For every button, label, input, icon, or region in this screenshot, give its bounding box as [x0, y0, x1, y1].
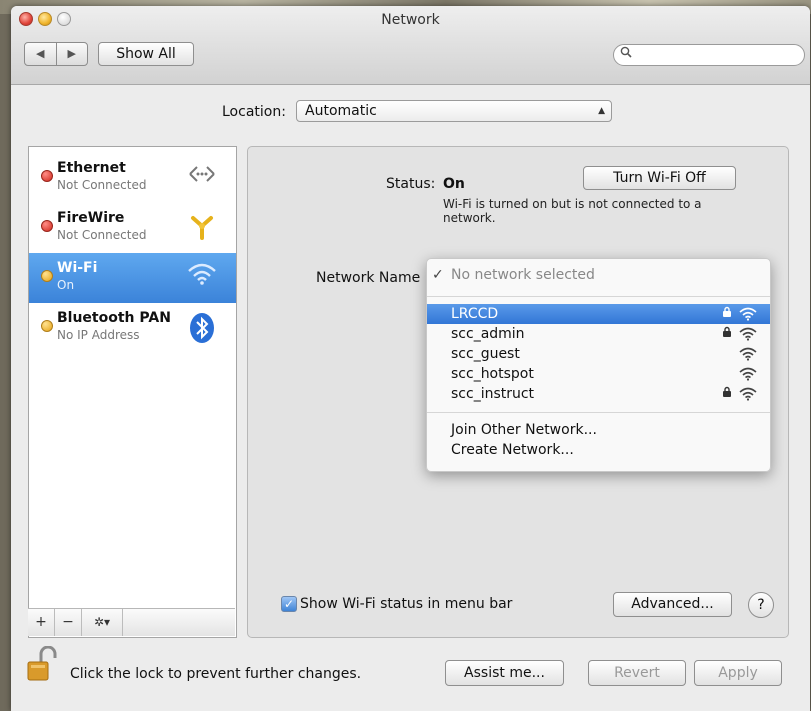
network-item-scc-admin[interactable]: scc_admin: [427, 324, 770, 344]
show-all-button[interactable]: Show All: [98, 42, 194, 66]
join-other-network-item[interactable]: Join Other Network...: [427, 420, 770, 440]
lock-icon[interactable]: [27, 645, 59, 682]
show-wifi-status-label[interactable]: Show Wi-Fi status in menu bar: [300, 596, 512, 612]
back-icon[interactable]: ◀: [25, 43, 57, 65]
action-menu-button[interactable]: ✲▾: [82, 609, 123, 636]
location-value: Automatic: [305, 103, 377, 119]
show-wifi-status-checkbox[interactable]: ✓: [281, 596, 297, 612]
status-description: Wi-Fi is turned on but is not connected …: [443, 197, 702, 225]
lock-icon: [722, 324, 732, 344]
network-name: LRCCD: [451, 306, 499, 322]
help-button[interactable]: ?: [748, 592, 774, 618]
network-item-lrccd[interactable]: LRCCD: [427, 304, 770, 324]
status-label: Status:: [386, 176, 436, 192]
wifi-signal-icon: [739, 387, 757, 401]
popup-arrows-icon: ▲: [598, 106, 605, 116]
network-item-scc-hotspot[interactable]: scc_hotspot: [427, 364, 770, 384]
network-name: scc_instruct: [451, 386, 535, 402]
forward-icon[interactable]: ▶: [57, 43, 88, 65]
assist-me-button[interactable]: Assist me...: [445, 660, 564, 686]
remove-service-button[interactable]: −: [55, 609, 82, 636]
network-name-label: Network Name: [316, 270, 421, 286]
service-name: FireWire: [57, 210, 125, 226]
wifi-signal-icon: [739, 367, 757, 381]
create-network-item[interactable]: Create Network...: [427, 440, 770, 460]
service-status: No IP Address: [57, 328, 140, 342]
window-title: Network: [381, 12, 440, 28]
add-service-button[interactable]: +: [28, 609, 55, 636]
checkmark-icon: ✓: [432, 267, 444, 283]
service-ethernet[interactable]: Ethernet Not Connected: [29, 153, 236, 203]
location-popup[interactable]: Automatic ▲: [296, 100, 612, 122]
ethernet-arrows-icon: [186, 162, 218, 194]
lock-icon: [722, 384, 732, 404]
bluetooth-icon: [186, 312, 218, 344]
network-item-scc-instruct[interactable]: scc_instruct: [427, 384, 770, 404]
service-list-toolbar: + − ✲▾: [28, 608, 235, 636]
network-name: scc_hotspot: [451, 366, 534, 382]
turn-wifi-off-button[interactable]: Turn Wi-Fi Off: [583, 166, 736, 190]
lock-icon: [722, 304, 732, 324]
service-status: Not Connected: [57, 178, 147, 192]
service-bluetooth-pan[interactable]: Bluetooth PAN No IP Address: [29, 303, 236, 353]
status-dot-yellow: [41, 270, 53, 282]
service-status: On: [57, 278, 75, 292]
status-dot-red: [41, 220, 53, 232]
wifi-signal-icon: [739, 307, 757, 321]
location-label: Location:: [222, 104, 286, 120]
network-item-scc-guest[interactable]: scc_guest: [427, 344, 770, 364]
status-dot-red: [41, 170, 53, 182]
service-name: Ethernet: [57, 160, 126, 176]
no-network-selected: No network selected: [451, 267, 595, 283]
firewire-icon: [186, 212, 218, 244]
menu-separator: [427, 296, 770, 297]
network-name: scc_admin: [451, 326, 525, 342]
service-wifi[interactable]: Wi-Fi On: [29, 253, 236, 303]
wifi-signal-icon: [739, 347, 757, 361]
network-menu-header[interactable]: ✓ No network selected: [427, 259, 770, 292]
apply-button[interactable]: Apply: [694, 660, 782, 686]
title-bar: Network ◀ ▶ Show All: [11, 6, 810, 85]
service-status: Not Connected: [57, 228, 147, 242]
search-input[interactable]: [613, 44, 805, 66]
service-firewire[interactable]: FireWire Not Connected: [29, 203, 236, 253]
back-forward-control: ◀ ▶: [24, 42, 88, 66]
service-name: Bluetooth PAN: [57, 310, 171, 326]
wifi-signal-icon: [739, 327, 757, 341]
service-list: Ethernet Not Connected FireWire Not Conn…: [28, 146, 237, 638]
wifi-icon: [186, 262, 218, 294]
advanced-button[interactable]: Advanced...: [613, 592, 732, 617]
lock-message: Click the lock to prevent further change…: [70, 666, 362, 682]
search-icon: [620, 45, 632, 65]
status-value: On: [443, 176, 465, 192]
status-dot-yellow: [41, 320, 53, 332]
network-name-menu: ✓ No network selected LRCCD scc_admin sc…: [426, 258, 771, 472]
network-name: scc_guest: [451, 346, 520, 362]
revert-button[interactable]: Revert: [588, 660, 686, 686]
service-name: Wi-Fi: [57, 260, 98, 276]
menu-separator: [427, 412, 770, 413]
